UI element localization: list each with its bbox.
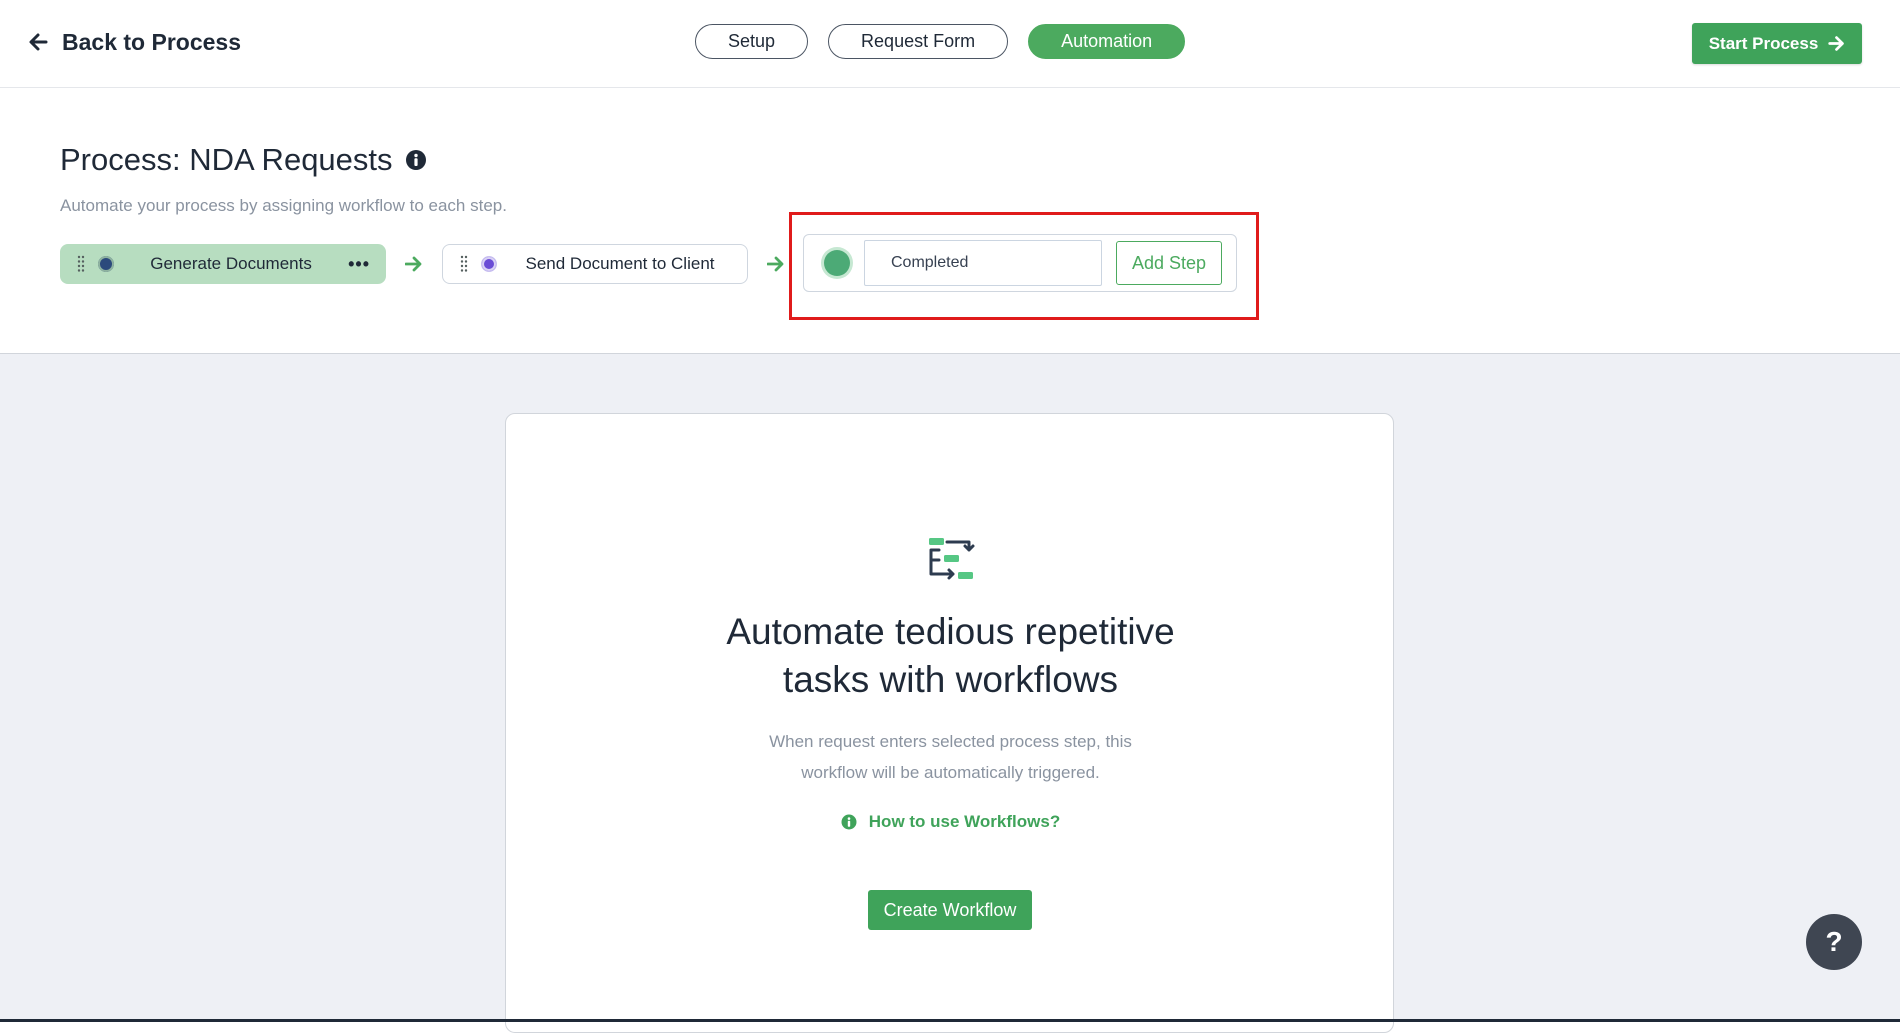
arrow-left-icon (29, 33, 48, 51)
workflow-title-line1: Automate tedious repetitive (726, 611, 1175, 652)
back-to-process-link[interactable]: Back to Process (28, 24, 241, 60)
create-workflow-button[interactable]: Create Workflow (868, 890, 1032, 930)
workflow-empty-card: Automate tedious repetitive tasks with w… (505, 413, 1394, 1033)
step-arrow-icon (748, 256, 804, 272)
info-icon[interactable] (405, 149, 427, 171)
start-process-label: Start Process (1708, 33, 1819, 53)
page-subtitle: Automate your process by assigning workf… (60, 196, 507, 215)
workflow-area: Automate tedious repetitive tasks with w… (0, 354, 1900, 1033)
workflow-card-title: Automate tedious repetitive tasks with w… (506, 608, 1395, 704)
step-label: Send Document to Client (525, 254, 715, 273)
start-process-button[interactable]: Start Process (1692, 23, 1862, 64)
page-title: Process: NDA Requests (60, 142, 427, 178)
workflow-card-description: When request enters selected process ste… (506, 726, 1395, 788)
back-label: Back to Process (62, 28, 241, 55)
process-steps: Generate Documents ••• Send Document to … (60, 244, 804, 284)
top-bar: Back to Process Setup Request Form Autom… (0, 0, 1900, 88)
process-header: Process: NDA Requests Automate your proc… (0, 88, 1900, 354)
help-button[interactable]: ? (1806, 914, 1862, 970)
how-to-use-workflows-link[interactable]: How to use Workflows? (506, 812, 1395, 832)
add-step-button[interactable]: Add Step (1116, 241, 1222, 285)
arrow-right-icon (1828, 36, 1845, 51)
tab-request-form[interactable]: Request Form (828, 24, 1009, 59)
workflow-desc-line2: workflow will be automatically triggered… (801, 763, 1100, 782)
step-color-picker[interactable] (824, 250, 850, 276)
step-send-document-to-client[interactable]: Send Document to Client (442, 244, 748, 284)
step-generate-documents[interactable]: Generate Documents ••• (60, 244, 386, 284)
more-options-icon[interactable]: ••• (348, 254, 370, 275)
info-icon (841, 814, 857, 830)
step-label: Generate Documents (150, 254, 312, 273)
tab-setup[interactable]: Setup (695, 24, 809, 59)
drag-handle-icon[interactable] (459, 255, 469, 273)
new-step-form: Add Step (803, 234, 1237, 292)
workflow-desc-line1: When request enters selected process ste… (769, 732, 1132, 751)
tab-automation[interactable]: Automation (1028, 24, 1186, 59)
how-to-use-label: How to use Workflows? (868, 812, 1061, 831)
drag-handle-icon[interactable] (76, 255, 86, 273)
step-arrow-icon (386, 256, 442, 272)
step-status-dot (98, 256, 114, 272)
step-name-input[interactable] (864, 240, 1102, 286)
workflow-title-line2: tasks with workflows (782, 659, 1119, 700)
process-tabs: Setup Request Form Automation (695, 24, 1186, 59)
workflow-icon (929, 538, 975, 580)
step-status-dot (481, 256, 497, 272)
page-title-text: Process: NDA Requests (60, 142, 393, 177)
